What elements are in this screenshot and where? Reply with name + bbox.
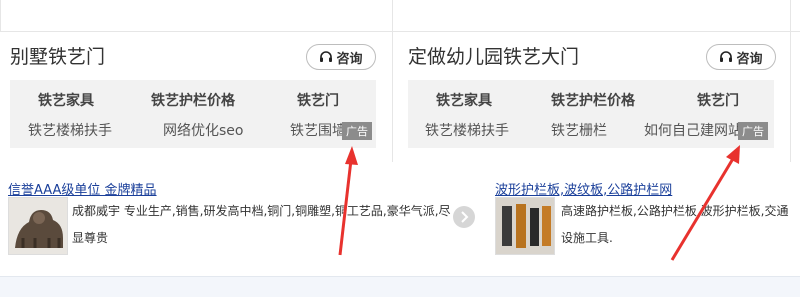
product-panel-2: 定做幼儿园铁艺大门 咨询 铁艺家具 铁艺护栏价格 铁艺门 铁艺楼梯扶手 铁艺栅栏… xyxy=(398,32,790,162)
tag-item[interactable]: 铁艺家具 xyxy=(436,90,492,110)
ad-thumbnail[interactable] xyxy=(495,197,555,255)
headset-icon xyxy=(320,51,333,62)
tag-item[interactable]: 如何自己建网站 xyxy=(644,120,742,140)
next-button[interactable] xyxy=(453,206,475,228)
ad-thumbnail[interactable] xyxy=(8,197,68,255)
tag-box: 铁艺家具 铁艺护栏价格 铁艺门 铁艺楼梯扶手 铁艺栅栏 如何自己建网站 xyxy=(408,80,774,148)
ad-description[interactable]: 成都威宇 专业生产,销售,研发高中档,铜门,铜雕塑,铜工艺品,豪华气派,尽显尊贵 xyxy=(72,198,452,254)
bronze-lion-image xyxy=(9,198,67,254)
ad-title-link[interactable]: 信誉AAA级单位 金牌精品 xyxy=(8,179,157,198)
guardrail-products-image xyxy=(496,198,554,254)
top-strip xyxy=(0,0,800,32)
tag-item[interactable]: 铁艺围墙 xyxy=(290,120,346,140)
consult-button[interactable]: 咨询 xyxy=(706,44,776,70)
tag-item[interactable]: 铁艺家具 xyxy=(38,90,94,110)
tag-item[interactable]: 铁艺楼梯扶手 xyxy=(425,120,509,140)
consult-button[interactable]: 咨询 xyxy=(306,44,376,70)
ad-badge: 广告 xyxy=(342,122,372,140)
divider-right xyxy=(790,0,791,162)
consult-label: 咨询 xyxy=(736,51,763,67)
ad-description[interactable]: 高速路护栏板,公路护栏板,波形护栏板,交通设施工具. xyxy=(561,198,800,254)
headset-icon xyxy=(720,51,733,62)
panel-title[interactable]: 别墅铁艺门 xyxy=(10,42,105,69)
tag-item[interactable]: 铁艺楼梯扶手 xyxy=(28,120,112,140)
consult-label: 咨询 xyxy=(336,51,363,67)
divider-middle xyxy=(392,0,393,162)
bottom-strip xyxy=(0,276,800,297)
tag-item[interactable]: 铁艺护栏价格 xyxy=(551,90,635,110)
chevron-right-icon xyxy=(461,211,469,223)
ad-badge: 广告 xyxy=(738,122,768,140)
panel-title[interactable]: 定做幼儿园铁艺大门 xyxy=(408,42,579,69)
tag-box: 铁艺家具 铁艺护栏价格 铁艺门 铁艺楼梯扶手 网络优化seo 铁艺围墙 xyxy=(10,80,376,148)
tag-item[interactable]: 铁艺门 xyxy=(297,90,339,110)
product-panel-1: 别墅铁艺门 咨询 铁艺家具 铁艺护栏价格 铁艺门 铁艺楼梯扶手 网络优化seo … xyxy=(0,32,392,162)
tag-item[interactable]: 铁艺栅栏 xyxy=(551,120,607,140)
ad-title-link[interactable]: 波形护栏板,波纹板,公路护栏网 xyxy=(495,179,672,198)
tag-item[interactable]: 铁艺护栏价格 xyxy=(151,90,235,110)
tag-item[interactable]: 网络优化seo xyxy=(163,120,243,140)
tag-item[interactable]: 铁艺门 xyxy=(697,90,739,110)
